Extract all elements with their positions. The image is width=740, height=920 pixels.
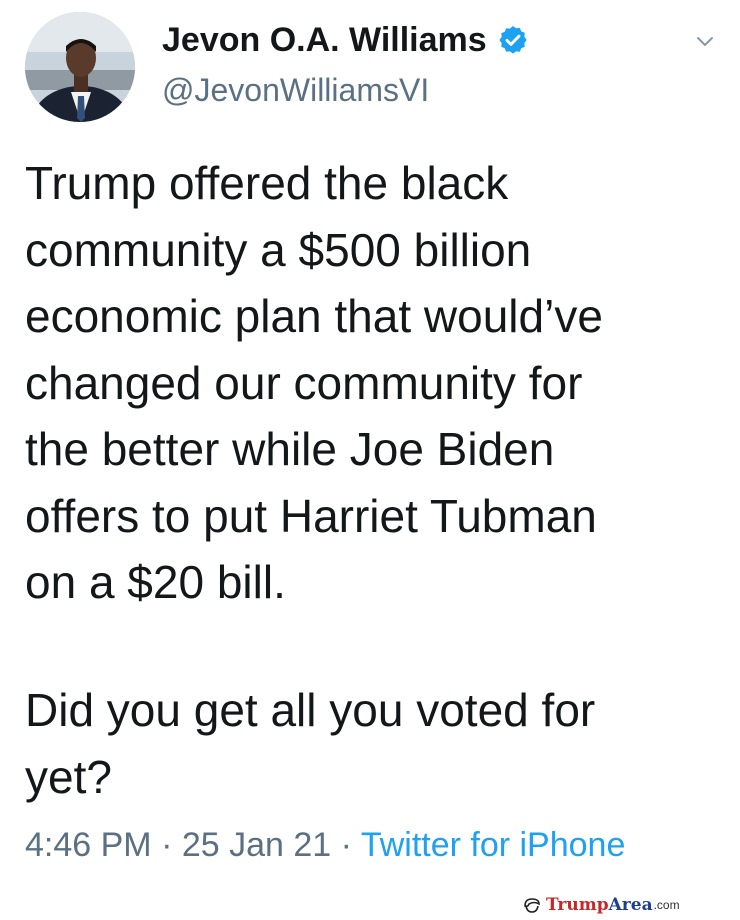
tweet-metadata: 4:46 PM · 25 Jan 21 · Twitter for iPhone [25,826,625,865]
watermark-text-com: .com [653,898,680,912]
watermark-logo: Trump Area .com [522,893,680,917]
meta-separator-2: · [331,826,361,864]
tweet-text-question: Did you get all you voted for yet? [25,684,596,803]
tweet-text: Trump offered the black community a $500… [25,157,603,608]
user-handle[interactable]: @JevonWilliamsVI [162,72,429,109]
tweet-source-link[interactable]: Twitter for iPhone [361,826,626,864]
tweet-time[interactable]: 4:46 PM [25,826,152,864]
tweet-card: Jevon O.A. Williams @JevonWilliamsVI Tru… [0,0,740,920]
watermark-text-trump: Trump [546,895,609,915]
watermark-hair-icon [522,895,542,915]
author-name-row[interactable]: Jevon O.A. Williams [162,18,529,62]
watermark-text-area: Area [608,895,653,915]
tweet-date[interactable]: 25 Jan 21 [182,826,331,864]
meta-separator: · [151,826,182,864]
chevron-down-icon[interactable] [694,30,716,52]
display-name[interactable]: Jevon O.A. Williams [162,21,487,60]
profile-photo-icon [25,12,135,122]
verified-badge-icon [497,24,529,56]
avatar[interactable] [25,12,135,122]
